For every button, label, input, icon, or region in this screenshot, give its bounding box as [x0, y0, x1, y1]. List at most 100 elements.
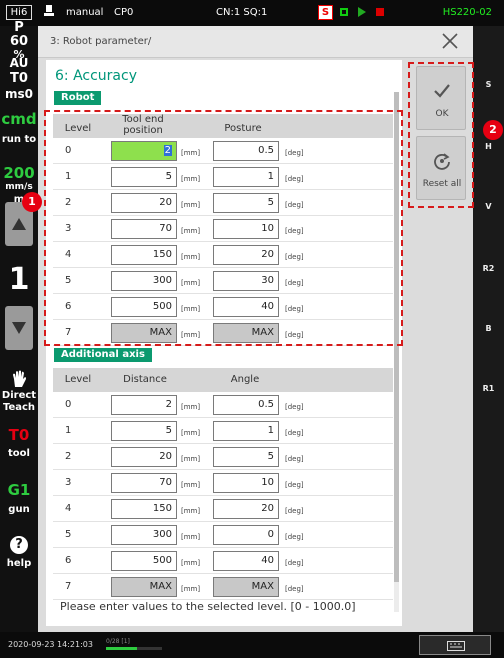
unit-mm: [mm]	[181, 559, 201, 567]
table-row: 1 5 [mm] 1 [deg]	[53, 418, 393, 444]
mm-per-s-label: mm/s	[5, 182, 33, 192]
axis-label-r2: R2	[482, 264, 495, 273]
axis-label-v: V	[485, 202, 492, 211]
value-input-2[interactable]: 0.5	[213, 395, 279, 415]
cn-sq-label: CN:1 SQ:1	[216, 7, 268, 18]
row-level: 4	[65, 503, 72, 514]
stop-indicator-icon	[376, 8, 384, 16]
row-level: 0	[65, 399, 72, 410]
range-hint-message: Please enter values to the selected leve…	[60, 600, 356, 613]
teach-pendant-icon	[44, 5, 54, 16]
value-input-2[interactable]: 5	[213, 447, 279, 467]
help-label[interactable]: help	[0, 558, 38, 569]
unit-deg: [deg]	[285, 585, 304, 593]
action-buttons: OK Reset all	[410, 60, 470, 208]
gun-code[interactable]: G1	[0, 481, 38, 499]
close-icon[interactable]	[441, 32, 459, 50]
row-level: 3	[65, 477, 72, 488]
run-to-label[interactable]: run to	[0, 134, 38, 145]
callout-badge-2: 2	[483, 120, 503, 140]
value-input-2[interactable]: 0	[213, 525, 279, 545]
unit-deg: [deg]	[285, 533, 304, 541]
datetime: 2020-09-23 14:21:03	[8, 640, 93, 649]
progress-bar	[106, 647, 162, 650]
top-status-bar: Hi6 manual CP0 CN:1 SQ:1 S HS220-02	[0, 0, 504, 26]
header-level: Level	[64, 374, 92, 385]
program-progress: 0/28 [1]	[106, 638, 162, 652]
value-input-1[interactable]: 150	[111, 499, 177, 519]
keyboard-icon	[447, 641, 465, 651]
table-row: 7 MAX [mm] MAX [deg]	[53, 574, 393, 600]
additional-axis-section-badge: Additional axis	[54, 348, 152, 362]
reset-icon	[434, 153, 450, 170]
tool-label: tool	[8, 448, 30, 459]
value-input-1[interactable]: MAX	[111, 577, 177, 597]
value-input-1[interactable]: 2	[111, 395, 177, 415]
table-row: 3 70 [mm] 10 [deg]	[53, 470, 393, 496]
bottom-status-bar: 2020-09-23 14:21:03 0/28 [1]	[0, 632, 504, 658]
callout-badge-1: 1	[22, 192, 42, 212]
hand-icon	[13, 370, 26, 387]
play-indicator-icon	[358, 7, 366, 17]
value-input-1[interactable]: 20	[111, 447, 177, 467]
unit-mm: [mm]	[181, 481, 201, 489]
ok-button[interactable]: OK	[416, 66, 466, 130]
value-input-2[interactable]: 40	[213, 551, 279, 571]
unit-mm: [mm]	[181, 403, 201, 411]
value-input-1[interactable]: 500	[111, 551, 177, 571]
robot-section-badge: Robot	[54, 91, 102, 105]
s-badge: S	[318, 5, 333, 20]
row-level: 5	[65, 529, 72, 540]
right-axis-bar: S H V R2 B R1	[473, 26, 504, 632]
p-label: P	[14, 20, 24, 35]
cp-label: CP0	[114, 7, 134, 18]
row-level: 1	[65, 425, 72, 436]
unit-mm: [mm]	[181, 585, 201, 593]
servo-indicator-icon	[340, 8, 348, 16]
speed-mm-value: 200	[3, 164, 35, 182]
unit-mm: [mm]	[181, 533, 201, 541]
controller-badge[interactable]: Hi6	[6, 5, 32, 20]
table-row: 5 300 [mm] 0 [deg]	[53, 522, 393, 548]
value-input-1[interactable]: 70	[111, 473, 177, 493]
mode-label: manual	[66, 7, 104, 18]
header-distance: Distance	[123, 374, 167, 385]
arrow-down-icon	[12, 322, 26, 334]
table-row: 0 2 [mm] 0.5 [deg]	[53, 392, 393, 418]
arrow-up-icon	[12, 218, 26, 230]
row-level: 2	[65, 451, 72, 462]
keyboard-button[interactable]	[419, 635, 491, 655]
ok-label: OK	[435, 109, 449, 119]
reset-all-button[interactable]: Reset all	[416, 136, 466, 200]
step-value: 1	[8, 262, 30, 297]
row-level: 7	[65, 581, 72, 592]
row-level: 6	[65, 555, 72, 566]
value-input-2[interactable]: MAX	[213, 577, 279, 597]
axis-label-r1: R1	[482, 384, 495, 393]
help-icon[interactable]: ?	[10, 536, 28, 554]
table-row: 4 150 [mm] 20 [deg]	[53, 496, 393, 522]
table-row: 2 20 [mm] 5 [deg]	[53, 444, 393, 470]
value-input-2[interactable]: 20	[213, 499, 279, 519]
progress-label: 0/28 [1]	[106, 638, 130, 645]
value-input-1[interactable]: 5	[111, 421, 177, 441]
step-down-button[interactable]	[5, 306, 33, 350]
au-label: AU	[9, 56, 29, 70]
left-sidebar: P 60 % AU T0 ms0 cmd run to 200 mm/s m 1…	[0, 20, 38, 632]
axis-label-h: H	[485, 142, 492, 151]
page-title: 6: Accuracy	[55, 68, 137, 84]
tool-code[interactable]: T0	[0, 426, 38, 444]
value-input-2[interactable]: 1	[213, 421, 279, 441]
table-row: 6 500 [mm] 40 [deg]	[53, 548, 393, 574]
unit-deg: [deg]	[285, 455, 304, 463]
cmd-label[interactable]: cmd	[0, 110, 38, 128]
header-angle: Angle	[230, 374, 260, 385]
table-header: Level Distance Angle	[53, 368, 393, 392]
axis-label-s: S	[485, 80, 492, 89]
direct-teach-button[interactable]: Direct Teach	[0, 390, 38, 414]
value-input-2[interactable]: 10	[213, 473, 279, 493]
robot-model: HS220-02	[442, 7, 492, 18]
value-input-1[interactable]: 300	[111, 525, 177, 545]
axis-label-b: B	[485, 324, 492, 333]
breadcrumb: 3: Robot parameter/	[50, 36, 152, 47]
